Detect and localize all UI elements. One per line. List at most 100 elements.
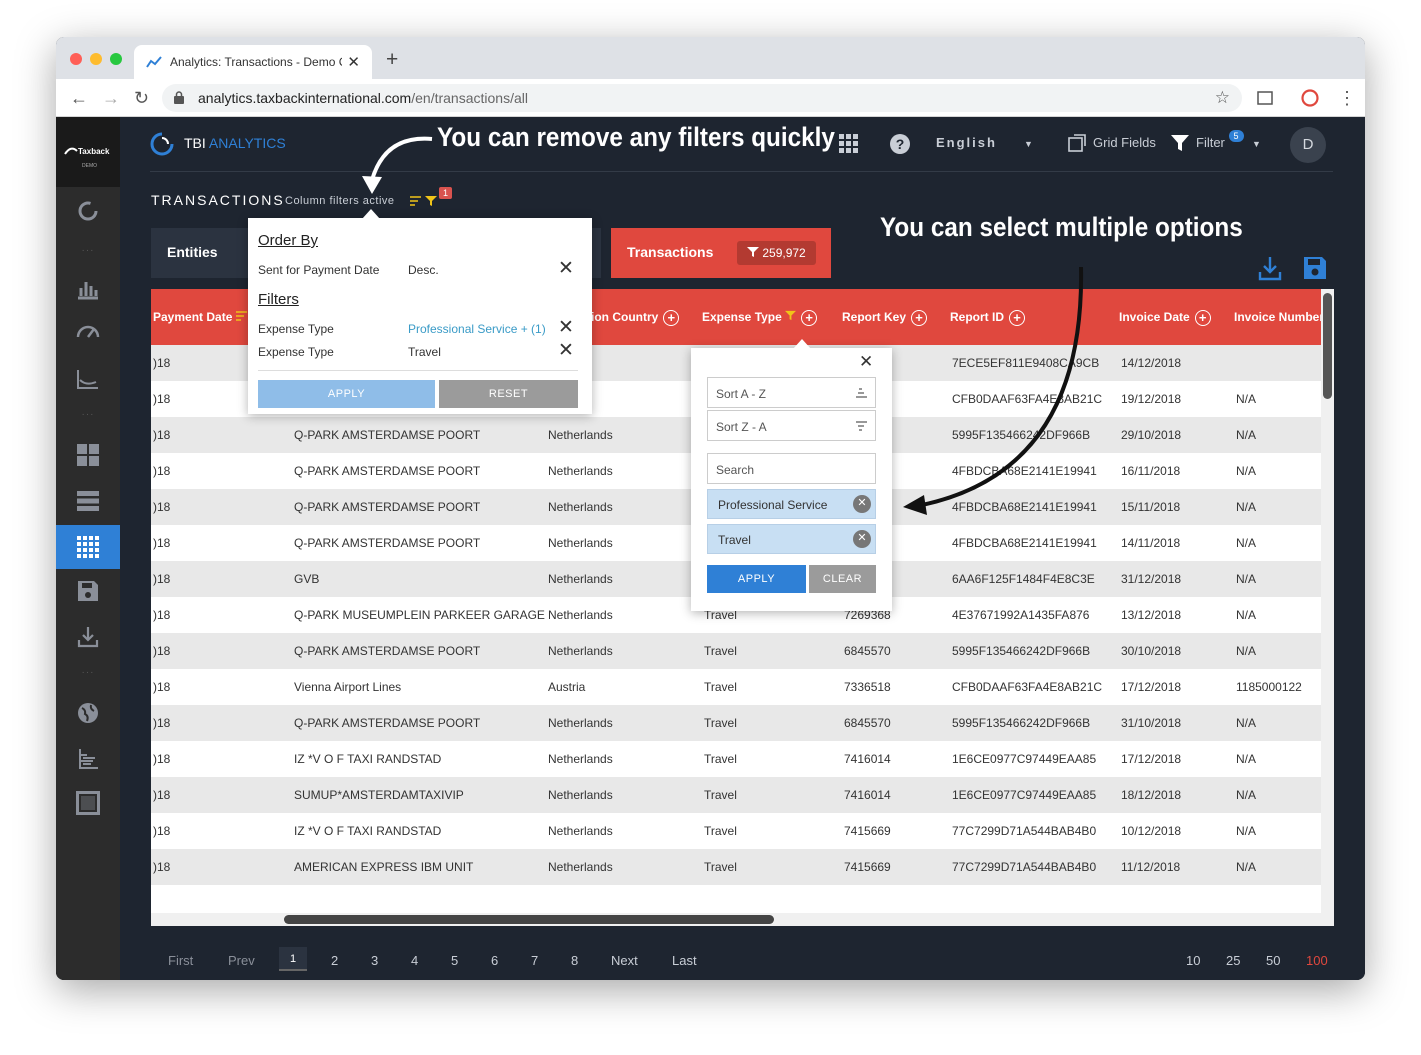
sidebar-item-downloads[interactable] bbox=[56, 615, 120, 659]
sidebar-item-trends[interactable] bbox=[56, 357, 120, 401]
kpi-transactions-count: 259,972 bbox=[737, 241, 816, 265]
pager-page[interactable]: 3 bbox=[371, 953, 378, 968]
column-filters-active[interactable]: Column filters active bbox=[285, 195, 395, 207]
active-filter-icon[interactable] bbox=[425, 195, 437, 207]
filter-chevron-icon[interactable]: ▼ bbox=[1252, 139, 1261, 149]
filter-button[interactable]: Filter 5 bbox=[1196, 130, 1244, 150]
col-invoice-number[interactable]: Invoice Number bbox=[1234, 310, 1324, 324]
taxback-swoosh-icon bbox=[64, 147, 78, 155]
bookmark-star-icon[interactable]: ☆ bbox=[1215, 88, 1230, 108]
table-row[interactable]: )18 SUMUP*AMSTERDAMTAXIVIP Netherlands Trav… bbox=[151, 777, 1321, 813]
search-input[interactable]: Search bbox=[707, 453, 876, 484]
remove-chip-icon[interactable]: ✕ bbox=[853, 530, 871, 548]
filter1-value[interactable]: Professional Service + (1) bbox=[408, 322, 546, 336]
sidebar-item-dashboards[interactable] bbox=[56, 433, 120, 477]
apply-button[interactable]: APPLY bbox=[258, 380, 435, 408]
sidebar-item-hierarchy[interactable] bbox=[56, 737, 120, 781]
pager-page[interactable]: 5 bbox=[451, 953, 458, 968]
table-row[interactable]: )18 IZ *V O F TAXI RANDSTAD Netherlands Tra… bbox=[151, 813, 1321, 849]
table-row[interactable]: )18 Vienna Airport Lines Austria Travel 7336… bbox=[151, 669, 1321, 705]
pager-current[interactable]: 1 bbox=[279, 947, 307, 971]
page-size-option[interactable]: 50 bbox=[1266, 953, 1280, 968]
table-row[interactable]: )18 Q-PARK AMSTERDAMSE POORT Netherlands Tr… bbox=[151, 705, 1321, 741]
remove-filter1-icon[interactable]: ✕ bbox=[558, 316, 574, 339]
language-select[interactable]: English bbox=[936, 135, 997, 150]
pager-page[interactable]: 4 bbox=[411, 953, 418, 968]
table-row[interactable]: )18 Q-PARK AMSTERDAMSE POORT Netherlands Tr… bbox=[151, 633, 1321, 669]
browser-tab[interactable]: Analytics: Transactions - Demo C ✕ bbox=[134, 45, 372, 79]
forward-icon[interactable]: → bbox=[102, 88, 120, 109]
pager-page[interactable]: 2 bbox=[331, 953, 338, 968]
grid-icon bbox=[77, 536, 99, 558]
reload-icon[interactable]: ↻ bbox=[134, 88, 149, 109]
pager-page[interactable]: 6 bbox=[491, 953, 498, 968]
kpi-entities-label: Entities bbox=[167, 244, 218, 260]
sort-za-button[interactable]: Sort Z - A bbox=[707, 410, 876, 441]
reset-button[interactable]: RESET bbox=[439, 380, 578, 408]
cell-country: Netherlands bbox=[548, 536, 613, 550]
kpi-transactions[interactable]: Transactions 259,972 bbox=[611, 228, 831, 278]
minimize-window-button[interactable] bbox=[90, 53, 102, 65]
col-country[interactable]: ion Country + bbox=[591, 310, 680, 326]
col-payment-date[interactable]: Payment Date bbox=[153, 310, 247, 324]
remove-order-icon[interactable]: ✕ bbox=[558, 257, 574, 280]
page-size-option[interactable]: 10 bbox=[1186, 953, 1200, 968]
close-window-button[interactable] bbox=[70, 53, 82, 65]
sidebar-item-lists[interactable] bbox=[56, 479, 120, 523]
avatar[interactable]: D bbox=[1290, 127, 1326, 163]
cell-key: 7415669 bbox=[844, 824, 891, 838]
sidebar-item-reports[interactable] bbox=[56, 267, 120, 311]
pager-page[interactable]: 8 bbox=[571, 953, 578, 968]
url-field[interactable]: analytics.taxbackinternational.com/en/tr… bbox=[162, 84, 1242, 112]
col-report-key[interactable]: Report Key + bbox=[842, 310, 928, 326]
sidebar-item-transactions[interactable] bbox=[56, 525, 120, 569]
vertical-scrollbar[interactable] bbox=[1323, 293, 1332, 399]
save-view-icon[interactable] bbox=[1302, 255, 1328, 281]
sidebar-item-global[interactable] bbox=[56, 691, 120, 735]
tab-close-icon[interactable]: ✕ bbox=[347, 53, 360, 71]
opera-icon[interactable] bbox=[1300, 88, 1320, 108]
col-invoice-date[interactable]: Invoice Date + bbox=[1119, 310, 1211, 326]
browser-menu-icon[interactable]: ⋮ bbox=[1338, 88, 1356, 109]
remove-filter2-icon[interactable]: ✕ bbox=[558, 339, 574, 362]
add-column-filter-icon[interactable]: + bbox=[1194, 310, 1211, 326]
horizontal-scrollbar[interactable] bbox=[284, 915, 774, 924]
add-column-filter-icon[interactable]: + bbox=[663, 310, 680, 326]
column-apply-button[interactable]: APPLY bbox=[707, 565, 806, 593]
maximize-window-button[interactable] bbox=[110, 53, 122, 65]
pager-next[interactable]: Next bbox=[611, 953, 638, 968]
page-size-option[interactable]: 100 bbox=[1306, 953, 1328, 968]
close-popup-icon[interactable]: ✕ bbox=[859, 352, 873, 372]
table-row[interactable]: )18 AMERICAN EXPRESS IBM UNIT Netherlands T… bbox=[151, 849, 1321, 885]
apps-icon[interactable] bbox=[838, 133, 860, 155]
page-size-option[interactable]: 25 bbox=[1226, 953, 1240, 968]
sort-az-button[interactable]: Sort A - Z bbox=[707, 377, 876, 408]
cell-id: 4E37671992A1435FA876 bbox=[952, 608, 1090, 622]
remove-chip-icon[interactable]: ✕ bbox=[853, 495, 871, 513]
back-icon[interactable]: ← bbox=[70, 88, 88, 109]
pager-prev[interactable]: Prev bbox=[228, 953, 255, 968]
col-expense-type[interactable]: Expense Type + bbox=[702, 310, 818, 326]
add-column-filter-icon[interactable]: + bbox=[911, 310, 928, 326]
add-column-filter-icon[interactable]: + bbox=[801, 310, 818, 326]
column-clear-button[interactable]: CLEAR bbox=[809, 565, 876, 593]
sidebar-item-frame[interactable] bbox=[56, 781, 120, 825]
sidebar-item-gauges[interactable] bbox=[56, 309, 120, 353]
pager-last[interactable]: Last bbox=[672, 953, 697, 968]
col-report-id[interactable]: Report ID + bbox=[950, 310, 1025, 326]
language-chevron-icon[interactable]: ▼ bbox=[1024, 139, 1033, 149]
count-filter-icon bbox=[747, 247, 759, 257]
grid-fields-button[interactable]: Grid Fields bbox=[1093, 135, 1156, 150]
sidebar-item-overview[interactable] bbox=[56, 189, 120, 233]
table-row[interactable]: )18 IZ *V O F TAXI RANDSTAD Netherlands Tra… bbox=[151, 741, 1321, 777]
add-column-filter-icon[interactable]: + bbox=[1009, 310, 1025, 326]
address-bar: ← → ↻ analytics.taxbackinternational.com… bbox=[56, 79, 1365, 117]
pager-first[interactable]: First bbox=[168, 953, 193, 968]
sidebar-item-saved[interactable] bbox=[56, 569, 120, 613]
help-icon[interactable]: ? bbox=[889, 133, 911, 155]
export-download-icon[interactable] bbox=[1257, 255, 1283, 281]
popup-divider bbox=[258, 370, 578, 371]
cast-icon[interactable] bbox=[1256, 89, 1274, 107]
pager-page[interactable]: 7 bbox=[531, 953, 538, 968]
new-tab-icon[interactable]: + bbox=[386, 48, 398, 72]
